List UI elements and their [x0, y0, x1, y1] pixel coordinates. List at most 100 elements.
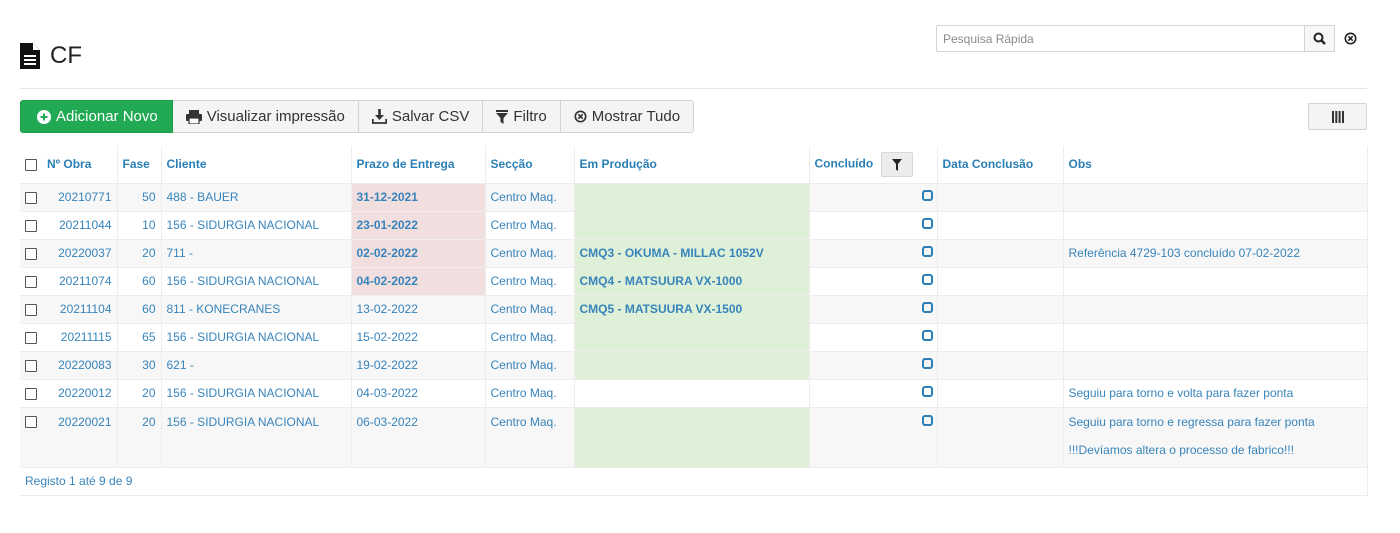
table-row[interactable]: 20220012 20 156 - SIDURGIA NACIONAL 04-03-2… [20, 379, 1368, 407]
header-seccao[interactable]: Secção [485, 146, 575, 183]
row-checkbox[interactable] [25, 416, 37, 429]
download-icon [371, 109, 387, 124]
cell-data-conclusao [937, 351, 1064, 379]
obs-text: Seguiu para torno e regressa para fazer … [1068, 414, 1315, 429]
obs-text: Seguiu para torno e volta para fazer pon… [1068, 386, 1294, 400]
print-preview-button[interactable]: Visualizar impressão [172, 100, 359, 133]
cell-data-conclusao [937, 407, 1064, 467]
concluido-toggle-icon[interactable] [921, 302, 933, 313]
cell-concluido [809, 239, 938, 267]
cell-data-conclusao [937, 295, 1064, 323]
cell-concluido [809, 407, 938, 467]
cell-obra[interactable]: 20211115 [42, 323, 118, 351]
cell-fase: 10 [117, 211, 162, 239]
cell-obra[interactable]: 20211074 [42, 267, 118, 295]
row-checkbox[interactable] [25, 359, 37, 372]
concluido-toggle-icon[interactable] [921, 358, 933, 369]
row-checkbox[interactable] [25, 387, 37, 400]
cell-seccao: Centro Maq. [485, 379, 575, 407]
row-checkbox[interactable] [25, 303, 37, 316]
cell-seccao: Centro Maq. [485, 351, 575, 379]
row-checkbox[interactable] [25, 275, 37, 288]
cell-cliente: 711 - [161, 239, 352, 267]
cell-fase: 65 [117, 323, 162, 351]
cell-obra[interactable]: 20220083 [42, 351, 118, 379]
table-row[interactable]: 20211115 65 156 - SIDURGIA NACIONAL 15-02-2… [20, 323, 1368, 351]
cell-producao [574, 183, 810, 211]
cell-fase: 20 [117, 379, 162, 407]
cell-fase: 60 [117, 295, 162, 323]
cell-obs [1063, 295, 1368, 323]
cell-fase: 50 [117, 183, 162, 211]
cell-seccao: Centro Maq. [485, 295, 575, 323]
page-header: CF [20, 36, 82, 76]
quick-search [936, 25, 1365, 52]
print-icon [185, 109, 202, 124]
table-row[interactable]: 20220037 20 711 -02-02-2022 Centro Maq. CMQ3… [20, 239, 1368, 267]
cell-obra[interactable]: 20210771 [42, 183, 118, 211]
search-input[interactable] [936, 25, 1305, 52]
cell-fase: 60 [117, 267, 162, 295]
header-cliente[interactable]: Cliente [161, 146, 352, 183]
cell-prazo: 04-03-2022 [351, 379, 486, 407]
cell-cliente: 811 - KONECRANES [161, 295, 352, 323]
column-chooser-button[interactable] [1308, 103, 1367, 130]
row-checkbox[interactable] [25, 219, 37, 232]
cell-data-conclusao [937, 183, 1064, 211]
table-row[interactable]: 20220021 20 156 - SIDURGIA NACIONAL 06-03-2… [20, 407, 1368, 467]
filter-button[interactable]: Filtro [483, 100, 561, 133]
concluido-toggle-icon[interactable] [921, 414, 933, 426]
cell-obra[interactable]: 20211104 [42, 295, 118, 323]
concluido-toggle-icon[interactable] [921, 386, 933, 397]
table-row[interactable]: 20211104 60 811 - KONECRANES 13-02-2022 Cent… [20, 295, 1368, 323]
cell-obra[interactable]: 20211044 [42, 211, 118, 239]
cell-concluido [809, 323, 938, 351]
cell-producao: CMQ5 - MATSUURA VX-1500 [574, 295, 810, 323]
concluido-toggle-icon[interactable] [921, 246, 933, 257]
header-divider [20, 88, 1367, 89]
row-checkbox[interactable] [25, 247, 37, 260]
header-fase[interactable]: Fase [117, 146, 162, 183]
header-obs[interactable]: Obs [1063, 146, 1368, 183]
cell-fase: 20 [117, 407, 162, 467]
clear-search-button[interactable] [1335, 25, 1365, 52]
row-checkbox[interactable] [25, 191, 37, 204]
header-producao[interactable]: Em Produção [574, 146, 810, 183]
page-title: CF [50, 42, 82, 69]
cell-seccao: Centro Maq. [485, 211, 575, 239]
table-row[interactable]: 20210771 50 488 - BAUER 31-12-2021 Centro Ma… [20, 183, 1368, 211]
search-button[interactable] [1305, 25, 1335, 52]
concluido-toggle-icon[interactable] [921, 218, 933, 229]
show-all-button[interactable]: Mostrar Tudo [560, 100, 695, 133]
cell-cliente: 156 - SIDURGIA NACIONAL [161, 379, 352, 407]
table-row[interactable]: 20211074 60 156 - SIDURGIA NACIONAL 04-02-2… [20, 267, 1368, 295]
header-concluido-cell: Concluído [809, 146, 938, 183]
cell-producao [574, 211, 810, 239]
cell-data-conclusao [937, 323, 1064, 351]
cell-prazo: 13-02-2022 [351, 295, 486, 323]
cell-seccao: Centro Maq. [485, 267, 575, 295]
header-obra[interactable]: Nº Obra [42, 146, 118, 183]
header-data-conclusao[interactable]: Data Conclusão [937, 146, 1064, 183]
concluido-toggle-icon[interactable] [921, 274, 933, 285]
cell-obs [1063, 211, 1368, 239]
cell-obra[interactable]: 20220021 [42, 407, 118, 467]
concluido-toggle-icon[interactable] [921, 330, 933, 341]
header-prazo[interactable]: Prazo de Entrega [351, 146, 486, 183]
cell-obra[interactable]: 20220037 [42, 239, 118, 267]
table-row[interactable]: 20211044 10 156 - SIDURGIA NACIONAL 23-01-2… [20, 211, 1368, 239]
cell-cliente: 156 - SIDURGIA NACIONAL [161, 407, 352, 467]
cell-concluido [809, 211, 938, 239]
cell-prazo: 19-02-2022 [351, 351, 486, 379]
concluido-toggle-icon[interactable] [921, 190, 933, 201]
row-checkbox[interactable] [25, 331, 37, 344]
select-all-checkbox[interactable] [25, 159, 37, 172]
header-concluido[interactable]: Concluído [815, 157, 874, 171]
table-row[interactable]: 20220083 30 621 -19-02-2022 Centro Maq. [20, 351, 1368, 379]
cell-cliente: 156 - SIDURGIA NACIONAL [161, 323, 352, 351]
file-text-icon [20, 43, 40, 69]
add-new-button[interactable]: Adicionar Novo [20, 100, 173, 133]
concluido-filter-button[interactable] [880, 152, 913, 177]
save-csv-button[interactable]: Salvar CSV [358, 100, 484, 133]
cell-obra[interactable]: 20220012 [42, 379, 118, 407]
